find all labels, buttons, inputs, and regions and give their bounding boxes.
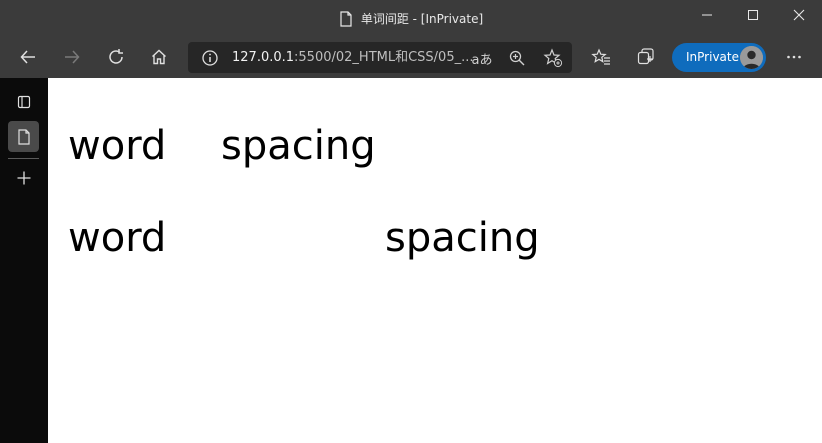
more-horizontal-icon [787,55,801,59]
tab-actions-icon [17,95,30,108]
word-text: word [68,123,167,169]
page-icon [17,128,30,145]
browser-window: 单词间距 - [InPrivate] 127.0.0.1:5500/02_HTM… [0,0,822,443]
maximize-icon [748,10,758,20]
profile-avatar-icon [740,46,763,69]
forward-button[interactable] [56,41,88,73]
browser-toolbar: 127.0.0.1:5500/02_HTML和CSS/05_... aあ InP… [0,37,822,78]
url-host: 127.0.0.1 [232,50,295,65]
collections-button[interactable] [630,41,662,73]
word-text: spacing [385,215,540,261]
text-line-wide-spacing: word spacing [68,218,540,258]
minimize-button[interactable] [684,0,730,30]
tab-current-page[interactable] [8,121,39,152]
url-path: :5500/02_HTML和CSS/05_... [294,50,474,65]
close-icon [793,9,805,21]
title-bar: 单词间距 - [InPrivate] [0,0,822,37]
minimize-icon [702,14,712,16]
refresh-button[interactable] [100,41,132,73]
maximize-button[interactable] [730,0,776,30]
close-button[interactable] [776,0,822,30]
url-text[interactable]: 127.0.0.1:5500/02_HTML和CSS/05_... [232,42,474,73]
sidebar-divider [8,158,39,159]
plus-icon [17,171,30,184]
word-text: word [68,215,167,261]
inprivate-badge[interactable]: InPrivate [672,43,766,72]
collections-icon [637,48,654,65]
arrow-left-icon [20,50,35,64]
new-tab-button[interactable] [8,162,39,193]
zoom-icon[interactable] [505,46,529,70]
page-content: word spacing word spacing [48,78,822,443]
favorites-button[interactable] [585,41,617,73]
home-button[interactable] [143,41,175,73]
settings-more-button[interactable] [778,41,810,73]
window-controls [684,0,822,30]
avatar [740,46,763,69]
add-favorite-icon[interactable] [541,46,565,70]
word-text: spacing [221,123,376,169]
page-icon [339,10,353,27]
read-aloud-icon[interactable]: aあ [469,46,495,70]
vertical-tabs-sidebar [0,78,48,443]
address-bar[interactable]: 127.0.0.1:5500/02_HTML和CSS/05_... aあ [188,42,572,73]
text-line-normal-spacing: word spacing [68,126,376,166]
window-title: 单词间距 - [InPrivate] [360,12,484,26]
home-icon [152,49,166,65]
arrow-right-icon [65,50,80,64]
back-button[interactable] [12,41,44,73]
tab-actions-button[interactable] [8,86,39,117]
inprivate-label: InPrivate [686,50,739,64]
info-icon[interactable] [198,46,222,70]
read-aloud-label: aあ [471,52,493,68]
favorites-icon [591,48,610,65]
refresh-icon [109,49,123,64]
